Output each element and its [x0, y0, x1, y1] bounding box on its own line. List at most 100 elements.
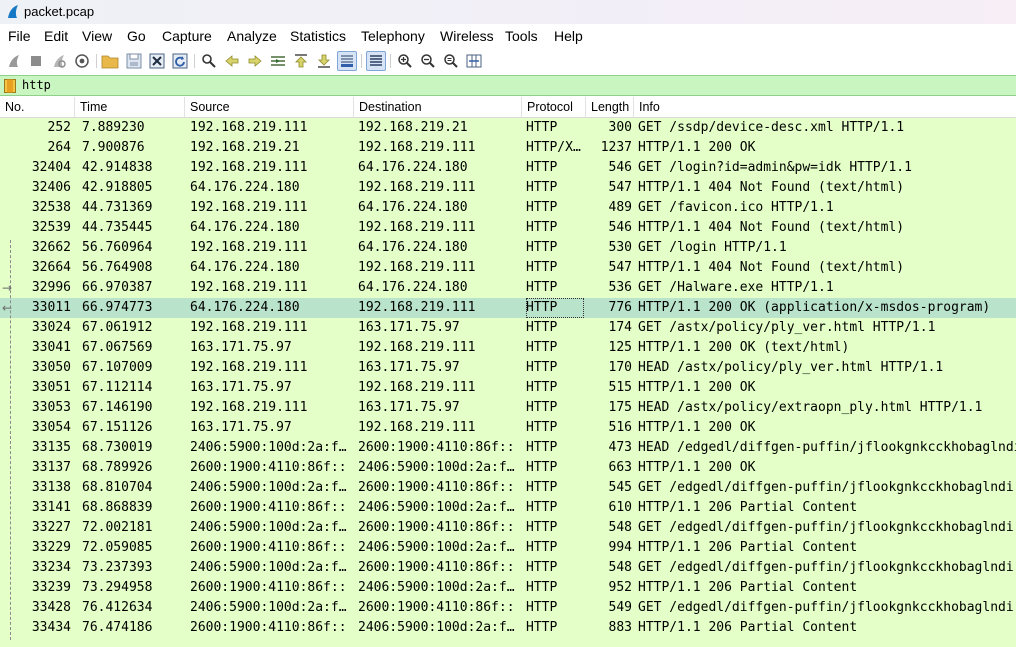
- last-packet-icon[interactable]: [314, 51, 334, 71]
- column-header-source[interactable]: Source: [185, 97, 354, 117]
- column-header-info[interactable]: Info: [634, 97, 1016, 117]
- first-packet-icon[interactable]: [291, 51, 311, 71]
- shark-fin-start-icon[interactable]: [4, 51, 24, 71]
- packet-row[interactable]: 33041 67.067569 163.171.75.97 192.168.219.1…: [0, 338, 1016, 358]
- packet-time: 56.764908: [82, 260, 153, 275]
- menu-go[interactable]: Go: [127, 28, 146, 44]
- open-file-icon[interactable]: [100, 51, 120, 71]
- bookmark-icon[interactable]: [4, 79, 16, 93]
- packet-destination: 64.176.224.180: [358, 160, 468, 175]
- packet-protocol: HTTP: [526, 160, 558, 175]
- packet-row[interactable]: 33227 72.002181 2406:5900:100d:2a:f… 2600:1…: [0, 518, 1016, 538]
- save-file-icon[interactable]: [124, 51, 144, 71]
- packet-length: 175: [608, 400, 632, 415]
- packet-destination: 2600:1900:4110:86f::: [358, 600, 515, 615]
- packet-row[interactable]: 33024 67.061912 192.168.219.111 163.171.75.…: [0, 318, 1016, 338]
- packet-length: 170: [608, 360, 632, 375]
- packet-source: 2406:5900:100d:2a:f…: [190, 560, 347, 575]
- packet-row[interactable]: 33011 66.974773 64.176.224.180 192.168.219.…: [0, 298, 1016, 318]
- menu-analyze[interactable]: Analyze: [227, 28, 277, 44]
- menu-tools[interactable]: Tools: [505, 28, 538, 44]
- packet-row[interactable]: 252 7.889230 192.168.219.111 192.168.219.21…: [0, 118, 1016, 138]
- packet-source: 2406:5900:100d:2a:f…: [190, 520, 347, 535]
- packet-row[interactable]: 264 7.900876 192.168.219.21 192.168.219.111…: [0, 138, 1016, 158]
- packet-length: 1237: [600, 140, 632, 155]
- capture-options-icon[interactable]: [72, 51, 92, 71]
- packet-length: 473: [608, 440, 632, 455]
- packet-row[interactable]: 32406 42.918805 64.176.224.180 192.168.219.…: [0, 178, 1016, 198]
- stop-capture-icon[interactable]: [26, 51, 46, 71]
- restart-capture-icon[interactable]: [49, 51, 69, 71]
- packet-protocol: HTTP: [526, 280, 558, 295]
- zoom-in-icon[interactable]: [395, 51, 415, 71]
- packet-info: GET /astx/policy/ply_ver.html HTTP/1.1: [638, 320, 936, 335]
- packet-source: 163.171.75.97: [190, 340, 292, 355]
- packet-row[interactable]: 33054 67.151126 163.171.75.97 192.168.219.1…: [0, 418, 1016, 438]
- close-file-icon[interactable]: [147, 51, 167, 71]
- normal-size-icon[interactable]: [441, 51, 461, 71]
- menu-view[interactable]: View: [82, 28, 112, 44]
- packet-row[interactable]: 32539 44.735445 64.176.224.180 192.168.219.…: [0, 218, 1016, 238]
- menu-capture[interactable]: Capture: [162, 28, 212, 44]
- packet-protocol: HTTP: [526, 560, 558, 575]
- go-to-packet-icon[interactable]: [268, 51, 288, 71]
- packet-info: HTTP/1.1 200 OK: [638, 460, 756, 475]
- packet-protocol: HTTP: [526, 380, 558, 395]
- packet-row[interactable]: 33051 67.112114 163.171.75.97 192.168.219.1…: [0, 378, 1016, 398]
- menu-wireless[interactable]: Wireless: [440, 28, 494, 44]
- colorize-icon[interactable]: [366, 51, 386, 71]
- packet-time: 42.918805: [82, 180, 153, 195]
- column-header-destination[interactable]: Destination: [354, 97, 522, 117]
- reload-file-icon[interactable]: [170, 51, 190, 71]
- packet-row[interactable]: 33234 73.237393 2406:5900:100d:2a:f… 2600:1…: [0, 558, 1016, 578]
- packet-destination: 192.168.219.111: [358, 140, 476, 155]
- zoom-out-icon[interactable]: [418, 51, 438, 71]
- column-header-no[interactable]: No.: [0, 97, 75, 117]
- packet-row[interactable]: 32662 56.760964 192.168.219.111 64.176.224.…: [0, 238, 1016, 258]
- packet-destination: 192.168.219.21: [358, 120, 468, 135]
- column-header-protocol[interactable]: Protocol: [522, 97, 586, 117]
- packet-row[interactable]: 33050 67.107009 192.168.219.111 163.171.75.…: [0, 358, 1016, 378]
- column-header-length[interactable]: Length: [586, 97, 634, 117]
- packet-row[interactable]: 33141 68.868839 2600:1900:4110:86f:: 2406:5…: [0, 498, 1016, 518]
- packet-row[interactable]: 33138 68.810704 2406:5900:100d:2a:f… 2600:1…: [0, 478, 1016, 498]
- packet-row[interactable]: 32538 44.731369 192.168.219.111 64.176.224.…: [0, 198, 1016, 218]
- packet-protocol: HTTP: [526, 500, 558, 515]
- go-back-icon[interactable]: [222, 51, 242, 71]
- packet-destination: 64.176.224.180: [358, 280, 468, 295]
- packet-time: 67.107009: [82, 360, 153, 375]
- packet-row[interactable]: 32996 66.970387 192.168.219.111 64.176.224.…: [0, 278, 1016, 298]
- packet-row[interactable]: 33434 76.474186 2600:1900:4110:86f:: 2406:5…: [0, 618, 1016, 638]
- menu-telephony[interactable]: Telephony: [361, 28, 425, 44]
- packet-protocol: HTTP: [526, 120, 558, 135]
- packet-time: 68.810704: [82, 480, 153, 495]
- packet-info: HTTP/1.1 200 OK (text/html): [638, 340, 850, 355]
- find-packet-icon[interactable]: [199, 51, 219, 71]
- packet-list[interactable]: 252 7.889230 192.168.219.111 192.168.219.21…: [0, 118, 1016, 647]
- resize-columns-icon[interactable]: [464, 51, 484, 71]
- packet-row[interactable]: 33239 73.294958 2600:1900:4110:86f:: 2406:5…: [0, 578, 1016, 598]
- packet-info: HEAD /astx/policy/ply_ver.html HTTP/1.1: [638, 360, 944, 375]
- packet-source: 192.168.219.111: [190, 120, 308, 135]
- go-forward-icon[interactable]: [245, 51, 265, 71]
- packet-destination: 2406:5900:100d:2a:f…: [358, 540, 515, 555]
- menu-help[interactable]: Help: [554, 28, 583, 44]
- packet-row[interactable]: 33137 68.789926 2600:1900:4110:86f:: 2406:5…: [0, 458, 1016, 478]
- menu-file[interactable]: File: [8, 28, 31, 44]
- packet-row[interactable]: 33428 76.412634 2406:5900:100d:2a:f… 2600:1…: [0, 598, 1016, 618]
- packet-no: 32539: [31, 220, 71, 235]
- menu-edit[interactable]: Edit: [44, 28, 68, 44]
- packet-row[interactable]: 33229 72.059085 2600:1900:4110:86f:: 2406:5…: [0, 538, 1016, 558]
- packet-info: HTTP/1.1 404 Not Found (text/html): [638, 180, 905, 195]
- menu-statistics[interactable]: Statistics: [290, 28, 346, 44]
- packet-source: 64.176.224.180: [190, 300, 300, 315]
- packet-row[interactable]: 33135 68.730019 2406:5900:100d:2a:f… 2600:1…: [0, 438, 1016, 458]
- packet-protocol: HTTP: [526, 260, 558, 275]
- packet-row[interactable]: 32404 42.914838 192.168.219.111 64.176.224.…: [0, 158, 1016, 178]
- display-filter-input[interactable]: [22, 76, 1012, 95]
- autoscroll-icon[interactable]: [337, 51, 357, 71]
- packet-row[interactable]: 32664 56.764908 64.176.224.180 192.168.219.…: [0, 258, 1016, 278]
- packet-info: HTTP/1.1 200 OK: [638, 140, 756, 155]
- column-header-time[interactable]: Time: [75, 97, 185, 117]
- packet-row[interactable]: 33053 67.146190 192.168.219.111 163.171.75.…: [0, 398, 1016, 418]
